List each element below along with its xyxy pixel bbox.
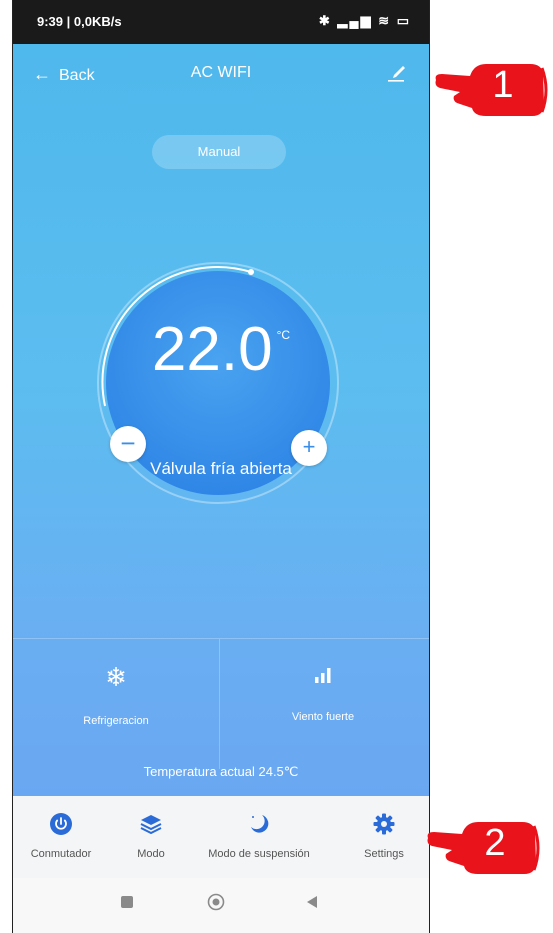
tab-modo-suspension[interactable]: Modo de suspensión [199,812,319,860]
plus-icon: + [302,434,316,459]
bottom-tab-bar: Conmutador Modo Modo de suspensión Setti… [13,796,429,878]
power-icon [50,813,72,835]
fan-speed-label: Viento fuerte [291,711,355,723]
status-time: 9:39 | 0,0KB/s [37,14,122,29]
status-bar: 9:39 | 0,0KB/s ✱ ▂▄▆ ≋ ▭ [13,0,429,44]
mode-cooling-label: Refrigeracion [83,715,149,727]
fan-speed[interactable]: Viento fuerte [220,666,426,723]
thermostat-screen: ← Back AC WIFI Manual 22.0 °C Válvula fr… [13,44,429,796]
gear-icon [373,813,395,835]
recent-apps-button[interactable] [120,895,134,909]
divider [13,638,429,639]
tab-label: Settings [364,848,404,860]
minus-icon: − [120,428,136,458]
tab-label: Modo de suspensión [208,848,310,860]
back-nav-button[interactable] [305,895,319,909]
mode-cooling[interactable]: ❄ Refrigeracion [13,662,219,727]
tab-modo[interactable]: Modo [121,812,181,860]
tab-label: Modo [137,848,165,860]
moon-icon [251,815,269,833]
status-icons: ✱ ▂▄▆ ≋ ▭ [318,13,411,28]
edit-pencil-icon[interactable] [385,60,407,84]
top-bar: ← Back AC WIFI [13,44,429,104]
valve-status: Válvula fría abierta [150,459,292,478]
home-button[interactable] [207,893,225,911]
temperature-unit: °C [276,328,291,342]
current-temperature: Temperatura actual 24.5℃ [143,764,299,779]
callout-number: 1 [492,64,514,106]
increase-temp-button[interactable]: + [291,430,327,466]
callout-1: 1 [430,54,550,126]
callout-2: 2 [422,812,542,884]
android-nav-bar [13,878,429,933]
layers-icon [140,815,162,835]
temperature-display: 22.0 °C [13,314,429,385]
tab-label: Conmutador [30,848,92,860]
tab-conmutador[interactable]: Conmutador [21,812,101,860]
tab-settings[interactable]: Settings [351,812,417,860]
temperature-value: 22.0 [151,315,273,384]
page-title: AC WIFI [190,64,252,81]
snowflake-icon: ❄ [105,662,127,692]
phone-screen: 9:39 | 0,0KB/s ✱ ▂▄▆ ≋ ▭ ← Back AC WIFI M… [12,0,430,933]
signal-bars-icon [220,666,426,689]
mode-pill[interactable]: Manual [152,135,286,169]
callout-number: 2 [484,822,506,864]
decrease-temp-button[interactable]: − [110,426,146,462]
